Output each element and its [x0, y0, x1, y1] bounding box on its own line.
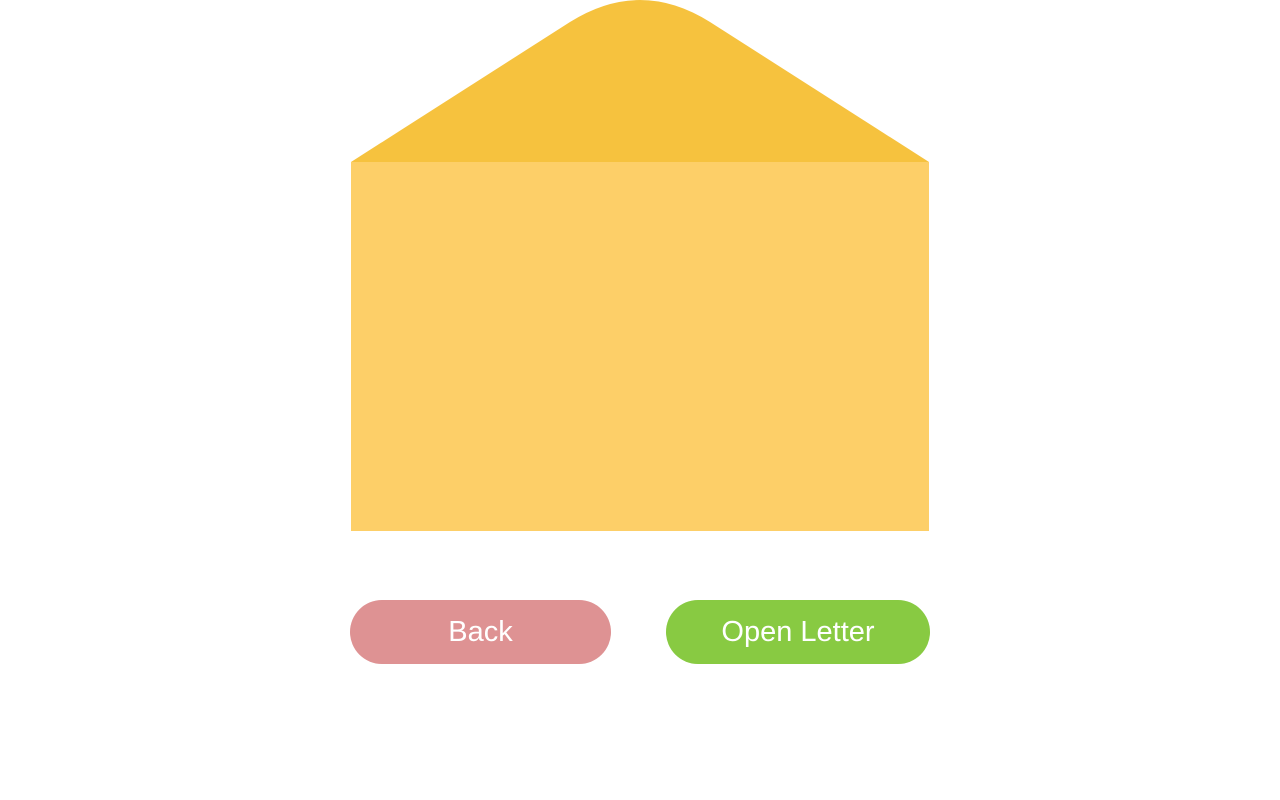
envelope-flap-shape [351, 0, 929, 162]
envelope [351, 0, 929, 531]
envelope-body [351, 162, 929, 531]
back-button[interactable]: Back [350, 600, 611, 664]
back-button-label: Back [448, 615, 513, 648]
open-letter-button[interactable]: Open Letter [666, 600, 930, 664]
open-letter-button-label: Open Letter [721, 615, 875, 648]
app-stage: Back Open Letter [0, 0, 1280, 800]
envelope-flap-path [351, 0, 929, 162]
envelope-flap [351, 0, 929, 162]
